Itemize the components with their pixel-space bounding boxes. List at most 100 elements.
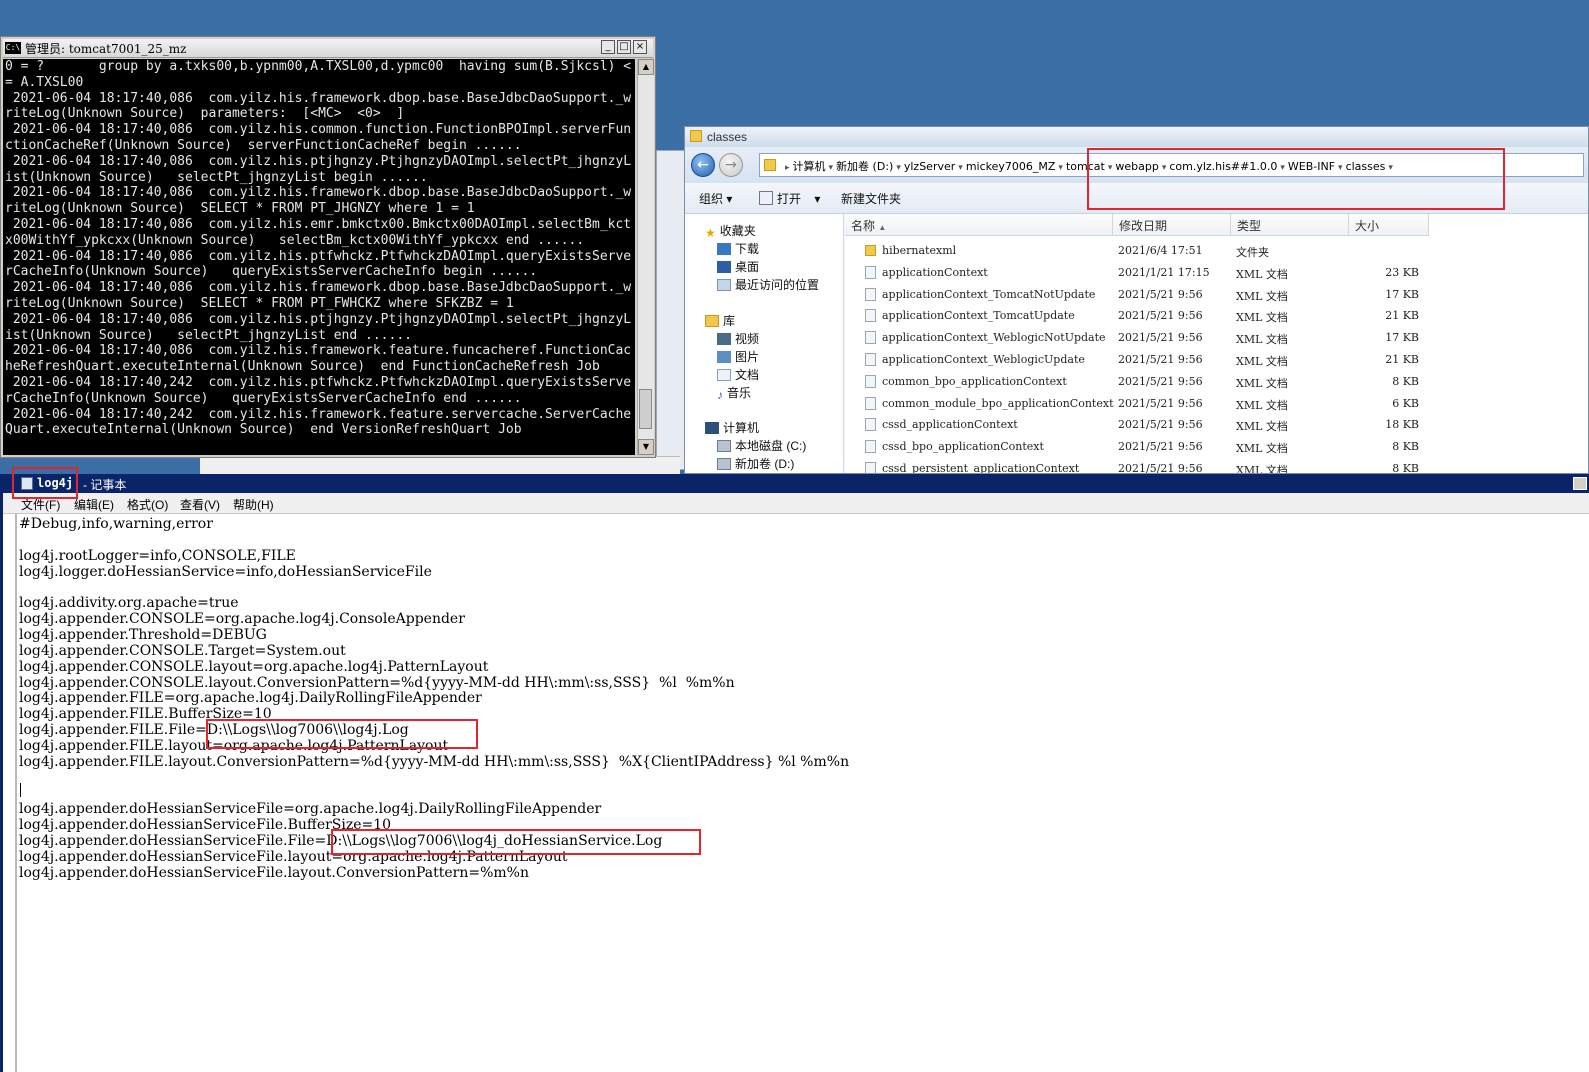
file-name: common_bpo_applicationContext — [882, 374, 1067, 388]
notepad-window[interactable]: log4j - 记事本 文件(F) 编辑(E) 格式(O) 查看(V) 帮助(H… — [0, 474, 1589, 1072]
file-row[interactable]: cssd_applicationContext 2021/5/21 9:56 XML… — [845, 414, 1588, 436]
file-row[interactable]: applicationContext_WeblogicUpdate 2021/5/… — [845, 349, 1588, 371]
explorer-titlebar[interactable]: classes — [685, 127, 1588, 147]
open-button[interactable]: 打开 ▾ — [759, 190, 820, 207]
back-button[interactable]: ← — [691, 153, 715, 177]
xml-file-icon — [865, 462, 876, 473]
menu-edit[interactable]: 编辑(E) — [74, 496, 114, 513]
file-type: XML 文档 — [1236, 398, 1288, 412]
file-row[interactable]: applicationContext_WeblogicNotUpdate 2021… — [845, 327, 1588, 349]
console-titlebar[interactable]: C:\ 管理员: tomcat7001_25_mz _ □ × — [3, 39, 653, 58]
nav-favorites[interactable]: ★ 收藏夹 — [705, 222, 756, 240]
file-name: applicationContext_TomcatNotUpdate — [882, 287, 1096, 301]
document-icon — [759, 191, 773, 205]
nav-pictures[interactable]: 图片 — [717, 348, 759, 365]
chevron-down-icon[interactable]: ▾ — [829, 163, 834, 173]
file-size: 8 KB — [1392, 462, 1419, 474]
highlight-filename-box — [12, 467, 78, 499]
folder-icon — [865, 245, 876, 256]
navigation-pane[interactable]: ★ 收藏夹 下载 桌面 最近访问的位置 库 视频 图片 文档 ♪ 音乐 计算机 本地… — [685, 214, 844, 473]
file-row[interactable]: applicationContext 2021/1/21 17:15 XML 文档 2… — [845, 262, 1588, 284]
column-header-name[interactable]: 名称 ▲ — [845, 214, 1113, 236]
menu-format[interactable]: 格式(O) — [127, 496, 168, 513]
file-date: 2021/5/21 9:56 — [1118, 309, 1203, 323]
breadcrumb-item[interactable]: mickey7006_MZ — [966, 160, 1056, 173]
xml-file-icon — [865, 265, 876, 279]
nav-documents[interactable]: 文档 — [717, 366, 759, 383]
file-row[interactable]: cssd_bpo_applicationContext 2021/5/21 9:5… — [845, 436, 1588, 458]
minimize-button[interactable]: _ — [601, 40, 615, 54]
console-icon: C:\ — [5, 42, 21, 54]
chevron-down-icon[interactable]: ▾ — [958, 163, 963, 173]
menu-view[interactable]: 查看(V) — [180, 496, 220, 513]
file-row[interactable]: applicationContext_TomcatNotUpdate 2021/5… — [845, 284, 1588, 306]
nav-label: 下载 — [735, 242, 760, 256]
nav-libraries[interactable]: 库 — [705, 312, 735, 329]
column-header-date[interactable]: 修改日期 — [1113, 214, 1231, 236]
console-output[interactable]: 0 = ? group by a.txks00,b.ypnm00,A.TXSL0… — [3, 59, 635, 455]
drive-icon — [717, 440, 731, 452]
editor-line: #Debug,info,warning,error — [19, 516, 213, 532]
file-type: XML 文档 — [1236, 355, 1288, 368]
nav-desktop[interactable]: 桌面 — [717, 258, 759, 275]
organize-button[interactable]: 组织 ▾ — [699, 190, 732, 207]
notepad-titlebar[interactable]: log4j - 记事本 — [3, 474, 1589, 493]
document-icon — [717, 369, 731, 381]
menu-help[interactable]: 帮助(H) — [233, 496, 274, 513]
file-row[interactable]: hibernatexml 2021/6/4 17:51 文件夹 — [845, 240, 1588, 262]
scroll-thumb[interactable] — [639, 389, 652, 429]
nav-label: 库 — [723, 314, 736, 328]
minimize-button[interactable] — [1573, 477, 1587, 490]
editor-line: log4j.appender.FILE=org.apache.log4j.Dai… — [19, 690, 482, 707]
xml-file-icon — [865, 353, 876, 366]
editor-line: log4j.appender.CONSOLE.layout=org.apache… — [19, 658, 489, 675]
nav-recent[interactable]: 最近访问的位置 — [717, 276, 819, 293]
chevron-down-icon[interactable]: ▾ — [896, 163, 901, 173]
nav-music[interactable]: ♪ 音乐 — [717, 384, 751, 402]
file-type: 文件夹 — [1236, 246, 1269, 259]
console-scrollbar[interactable]: ▲ ▼ — [637, 59, 654, 455]
desktop-icon — [717, 261, 731, 273]
forward-button[interactable]: → — [719, 153, 743, 177]
new-folder-button[interactable]: 新建文件夹 — [841, 190, 901, 207]
xml-file-icon — [865, 396, 876, 410]
column-header-size[interactable]: 大小 — [1349, 214, 1429, 236]
picture-icon — [717, 351, 731, 363]
nav-drive-d[interactable]: 新加卷 (D:) — [717, 455, 794, 472]
folder-icon — [764, 159, 776, 171]
file-name: applicationContext_TomcatUpdate — [882, 309, 1075, 323]
text-caret — [20, 783, 21, 797]
breadcrumb-item[interactable]: ylzServer — [904, 160, 955, 173]
file-size: 6 KB — [1392, 396, 1419, 410]
file-row[interactable]: applicationContext_TomcatUpdate 2021/5/21… — [845, 305, 1588, 327]
scroll-down-icon[interactable]: ▼ — [638, 439, 654, 455]
file-list[interactable]: 名称 ▲ 修改日期 类型 大小 hibernatexml 2021/6/4 17:… — [845, 214, 1588, 473]
breadcrumb-item[interactable]: 计算机 — [793, 160, 826, 173]
nav-label: 新加卷 (D:) — [735, 457, 795, 471]
file-date: 2021/5/21 9:56 — [1118, 418, 1203, 432]
file-type: XML 文档 — [1236, 442, 1288, 456]
console-window[interactable]: C:\ 管理员: tomcat7001_25_mz _ □ × 0 = ? gr… — [0, 36, 656, 458]
chevron-down-icon[interactable]: ▾ — [1058, 163, 1063, 173]
scroll-up-icon[interactable]: ▲ — [638, 59, 654, 75]
file-size: 18 KB — [1385, 418, 1419, 432]
file-date: 2021/5/21 9:56 — [1118, 440, 1203, 454]
file-size: 23 KB — [1385, 265, 1419, 279]
computer-icon — [705, 422, 719, 434]
file-name: cssd_persistent_applicationContext — [882, 462, 1080, 474]
nav-downloads[interactable]: 下载 — [717, 240, 759, 257]
close-button[interactable]: × — [633, 40, 647, 54]
console-text: 0 = ? group by a.txks00,b.ypnm00,A.TXSL0… — [5, 59, 632, 438]
nav-computer[interactable]: 计算机 — [705, 419, 759, 436]
notepad-editor[interactable]: #Debug,info,warning,error log4j.rootLogge… — [15, 514, 1589, 1072]
file-row[interactable]: common_bpo_applicationContext 2021/5/21 9… — [845, 371, 1588, 393]
breadcrumb-item[interactable]: 新加卷 (D:) — [836, 160, 893, 173]
nav-videos[interactable]: 视频 — [717, 330, 759, 347]
nav-label: 计算机 — [723, 421, 760, 435]
file-row[interactable]: common_module_bpo_applicationContext 2021… — [845, 393, 1588, 415]
nav-drive-c[interactable]: 本地磁盘 (C:) — [717, 437, 806, 454]
file-row[interactable]: cssd_persistent_applicationContext 2021/5… — [845, 458, 1588, 474]
maximize-button[interactable]: □ — [617, 40, 631, 54]
notepad-app-name: - 记事本 — [83, 478, 127, 492]
column-header-type[interactable]: 类型 — [1231, 214, 1349, 236]
